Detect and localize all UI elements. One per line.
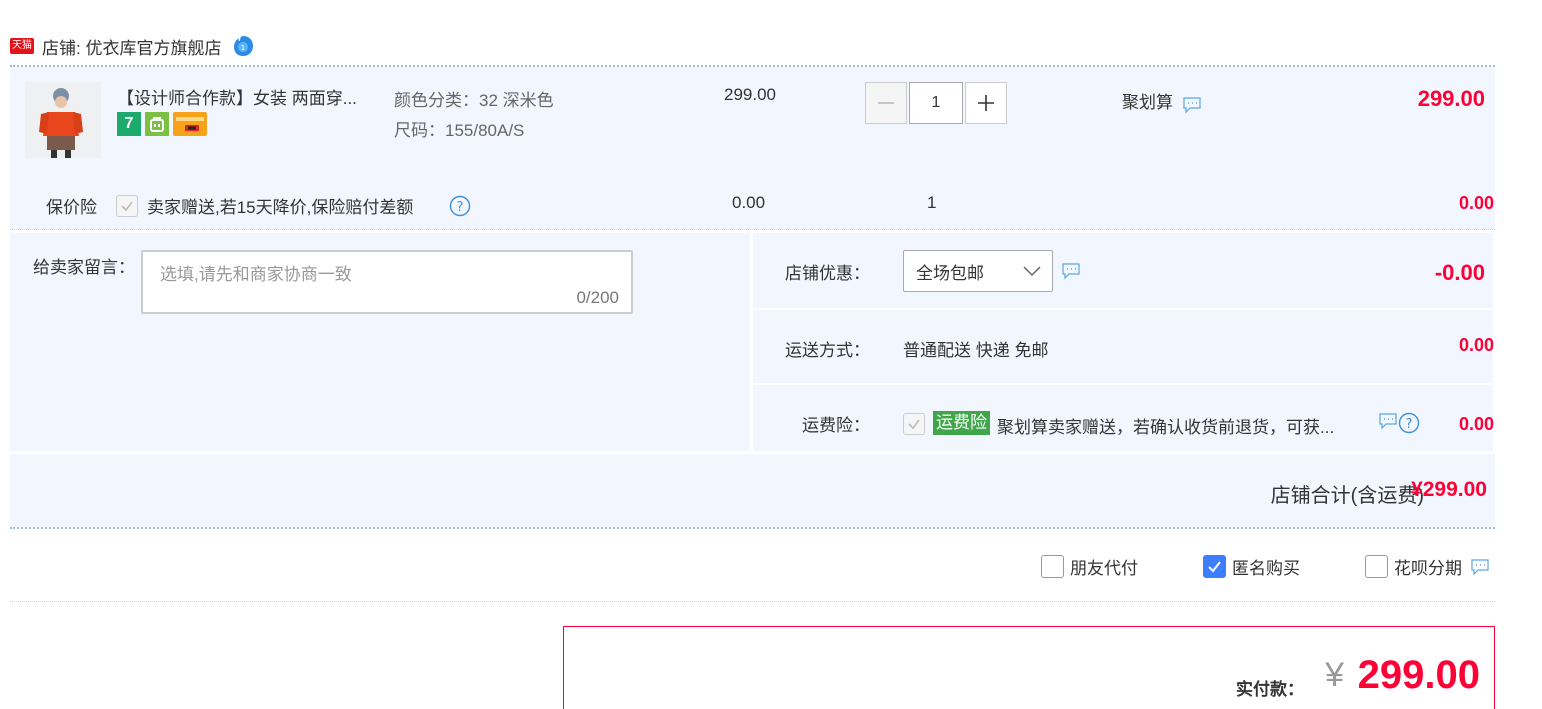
seller-message-input[interactable]: 选填,请先和商家协商一致 0/200 <box>141 250 633 314</box>
promo-info: 聚划算 <box>1122 88 1202 114</box>
item-subtotal: 299.00 <box>1417 86 1485 111</box>
huabei-installment-checkbox[interactable] <box>1365 555 1388 578</box>
bag-icon <box>145 112 169 136</box>
anonymous-purchase-option[interactable]: 匿名购买 <box>1203 554 1300 579</box>
tmall-logo-icon: 天猫 <box>10 38 34 54</box>
payment-summary-box <box>563 626 1495 709</box>
shop-header: 天猫 店铺: 优衣库官方旗舰店 1 <box>10 33 255 59</box>
price-insurance-checkbox <box>116 195 138 217</box>
promo-label: 聚划算 <box>1122 93 1173 112</box>
checkmark-icon <box>1208 561 1221 573</box>
freight-insurance-badge: 运费险 <box>933 411 990 435</box>
price-insurance-quantity: 1 <box>927 193 937 212</box>
increase-quantity-button[interactable] <box>965 82 1007 124</box>
svg-text:?: ? <box>457 200 464 215</box>
friend-pay-option[interactable]: 朋友代付 <box>1041 554 1138 579</box>
product-title-link[interactable]: 【设计师合作款】女装 两面穿... <box>117 84 357 109</box>
checkmark-icon <box>908 419 920 430</box>
divider <box>10 229 1495 230</box>
comment-bubble-icon[interactable] <box>1378 412 1398 430</box>
final-pay-label: 实付款： <box>1236 680 1304 699</box>
sku-size: 尺码：155/80A/S <box>394 121 525 140</box>
unit-price: 299.00 <box>724 85 776 104</box>
svg-text:?: ? <box>1406 417 1413 432</box>
shipping-label: 运送方式： <box>785 341 870 360</box>
friend-pay-checkbox[interactable] <box>1041 555 1064 578</box>
coupon-select[interactable]: 全场包邮 <box>903 250 1053 292</box>
shop-name-link[interactable]: 店铺: 优衣库官方旗舰店 <box>42 34 221 59</box>
coupon-amount: -0.00 <box>1434 260 1485 285</box>
price-insurance-label: 保价险 <box>46 198 97 217</box>
plus-icon <box>978 95 994 111</box>
friend-pay-label: 朋友代付 <box>1070 559 1138 578</box>
freight-insurance-text: 聚划算卖家赠送，若确认收货前退货，可获... <box>997 418 1335 437</box>
shipping-amount: 0.00 <box>1458 335 1494 355</box>
checkmark-icon <box>121 201 133 212</box>
seven-day-return-icon: 7 <box>117 112 141 136</box>
comment-bubble-icon[interactable] <box>1470 558 1490 576</box>
wangwang-chat-icon[interactable]: 1 <box>231 34 255 58</box>
price-insurance-price: 0.00 <box>732 193 766 212</box>
shipping-method: 普通配送 快递 免邮 <box>903 341 1049 360</box>
divider <box>10 527 1495 529</box>
coupon-selected: 全场包邮 <box>916 263 984 283</box>
service-icons: 7 <box>117 112 207 136</box>
card-icon <box>173 112 207 136</box>
chevron-down-icon <box>1023 266 1041 277</box>
svg-text:1: 1 <box>241 44 245 52</box>
message-char-count: 0/200 <box>576 288 619 307</box>
final-pay-amount: 299.00 <box>1357 653 1480 697</box>
quantity-input[interactable]: 1 <box>909 82 963 124</box>
comment-bubble-icon[interactable] <box>1182 96 1202 114</box>
sku-color: 颜色分类：32 深米色 <box>394 91 554 110</box>
freight-insurance-label: 运费险： <box>802 416 870 435</box>
comment-bubble-icon[interactable] <box>1061 262 1081 280</box>
price-insurance-text: 卖家赠送,若15天降价,保险赔付差额 <box>147 198 414 217</box>
message-placeholder: 选填,请先和商家协商一致 <box>160 265 352 284</box>
shop-total-label: 店铺合计(含运费) <box>1270 485 1424 507</box>
freight-insurance-checkbox <box>903 413 925 435</box>
price-insurance-total: 0.00 <box>1458 193 1494 213</box>
coupon-label: 店铺优惠： <box>785 264 870 283</box>
minus-icon <box>878 102 894 104</box>
freight-insurance-amount: 0.00 <box>1458 414 1494 434</box>
freight-insurance-icons: ? <box>1378 412 1420 434</box>
message-label: 给卖家留言： <box>33 258 135 277</box>
huabei-installment-label: 花呗分期 <box>1394 559 1462 578</box>
huabei-installment-option[interactable]: 花呗分期 <box>1365 554 1490 579</box>
quantity-stepper: 1 <box>865 82 1007 124</box>
anonymous-purchase-checkbox[interactable] <box>1203 555 1226 578</box>
divider <box>10 601 1495 602</box>
final-pay-currency: ¥ <box>1325 656 1344 694</box>
product-thumbnail[interactable] <box>25 82 101 158</box>
shop-total-value: ¥299.00 <box>1411 478 1487 501</box>
help-icon[interactable]: ? <box>1398 412 1420 434</box>
anonymous-purchase-label: 匿名购买 <box>1232 559 1300 578</box>
help-icon[interactable]: ? <box>449 195 471 217</box>
decrease-quantity-button[interactable] <box>865 82 907 124</box>
